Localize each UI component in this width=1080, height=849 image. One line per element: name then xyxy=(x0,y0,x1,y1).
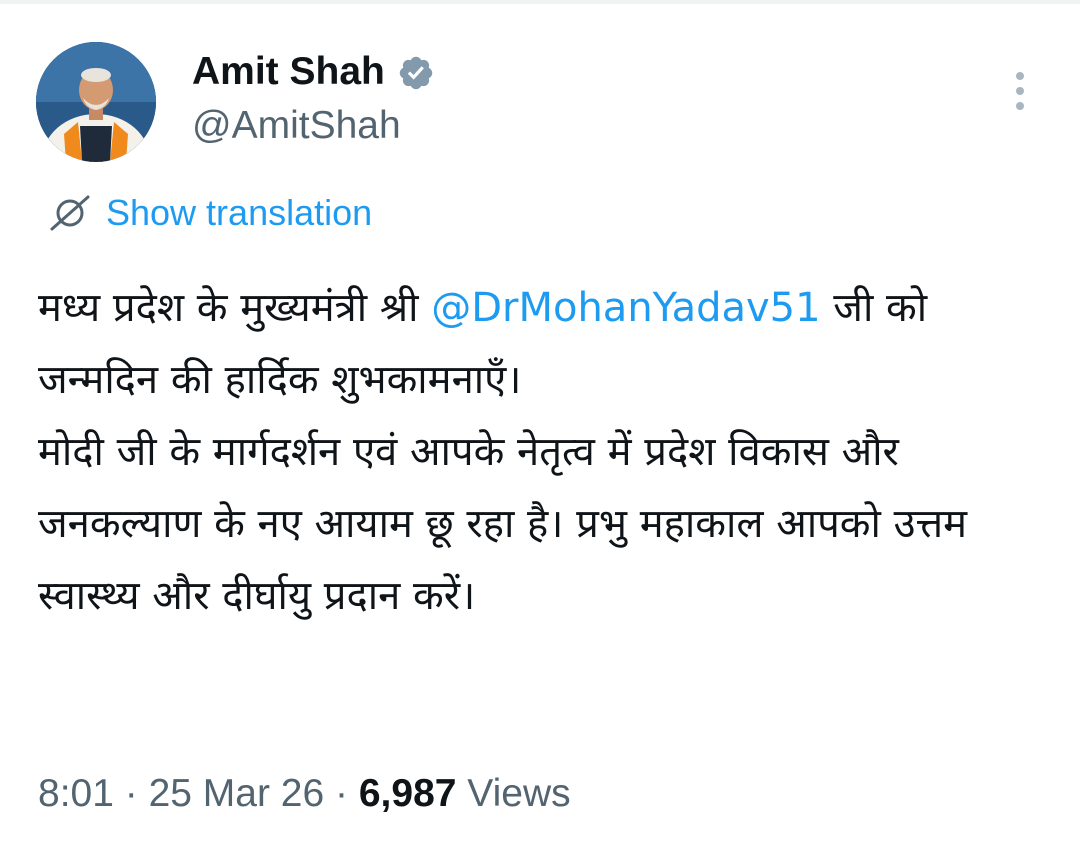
meta-separator: · xyxy=(113,772,149,815)
views-label: Views xyxy=(456,772,571,815)
more-options-button[interactable] xyxy=(998,66,1042,116)
tweet-metadata: 8:01 · 25 Mar 26 · 6,987 Views xyxy=(38,766,571,822)
verified-badge-icon[interactable] xyxy=(397,54,435,92)
top-divider xyxy=(0,0,1080,4)
tweet-paragraph-1: मध्य प्रदेश के मुख्यमंत्री श्री @DrMohan… xyxy=(38,272,1048,416)
tweet-text: मध्य प्रदेश के मुख्यमंत्री श्री @DrMohan… xyxy=(38,272,1048,632)
show-translation-label[interactable]: Show translation xyxy=(106,190,372,236)
tweet-time[interactable]: 8:01 xyxy=(38,772,114,815)
tweet-line1-prefix: मध्य प्रदेश के मुख्यमंत्री श्री xyxy=(38,285,432,331)
show-translation-button[interactable]: Show translation xyxy=(48,190,372,236)
avatar-image xyxy=(36,42,156,162)
more-vertical-icon xyxy=(1016,72,1024,110)
avatar[interactable] xyxy=(36,42,156,162)
tweet-date[interactable]: 25 Mar 26 xyxy=(149,772,325,815)
views-count[interactable]: 6,987 xyxy=(359,772,457,815)
mention-link[interactable]: @DrMohanYadav51 xyxy=(431,285,820,331)
globe-translate-icon xyxy=(50,195,90,231)
author-handle[interactable]: @AmitShah xyxy=(192,100,401,152)
meta-separator: · xyxy=(324,772,359,815)
tweet-paragraph-2: मोदी जी के मार्गदर्शन एवं आपके नेतृत्व म… xyxy=(38,429,968,619)
author-name-text[interactable]: Amit Shah xyxy=(192,46,385,98)
author-display-name[interactable]: Amit Shah xyxy=(192,46,435,98)
